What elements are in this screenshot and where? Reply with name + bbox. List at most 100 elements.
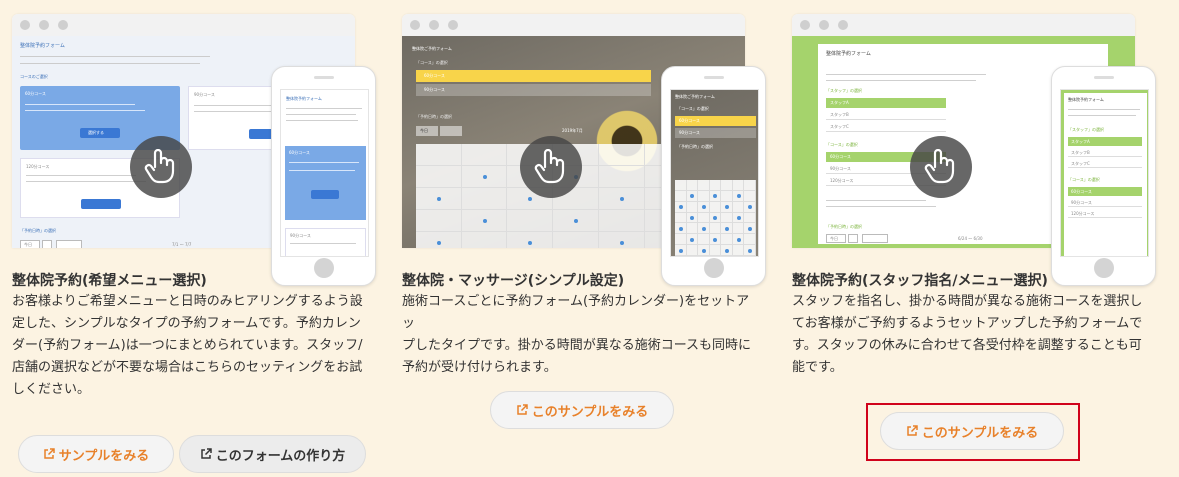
external-link-icon — [43, 448, 55, 459]
calendar-cell — [732, 223, 745, 235]
calendar-cell — [675, 190, 687, 202]
calendar-cell — [709, 223, 722, 235]
availability-dot — [690, 237, 695, 242]
calendar-cell — [416, 166, 462, 188]
calendar-cell — [461, 166, 508, 188]
availability-dot — [725, 226, 730, 231]
calendar-cell — [744, 201, 756, 213]
calendar-cell — [732, 190, 745, 202]
calendar-cell — [744, 180, 756, 191]
calendar-cell — [721, 190, 733, 202]
calendar-cell — [721, 245, 733, 256]
card-title: 整体院・マッサージ(シンプル設定) — [402, 273, 625, 289]
calendar-cell — [598, 210, 645, 232]
calendar-cell — [462, 232, 508, 248]
calendar-cell — [416, 188, 462, 210]
calendar-cell — [416, 232, 462, 248]
phone-mockup: 整体院ご予約フォーム 「コース」の選択 60分コース 90分コース 「予約日時」… — [661, 66, 766, 286]
calendar-cell — [721, 212, 733, 224]
availability-dot — [619, 197, 624, 201]
availability-dot — [528, 241, 533, 245]
phone-mockup: 整体院予約フォーム 60分コース 90分コース — [271, 66, 376, 286]
view-sample-button[interactable]: このサンプルをみる — [490, 391, 674, 429]
availability-dot — [713, 237, 718, 242]
availability-dot — [725, 248, 730, 253]
calendar-cell — [698, 234, 710, 246]
external-link-icon — [200, 448, 212, 459]
calendar-cell — [507, 210, 554, 232]
how-to-make-form-button[interactable]: このフォームの作り方 — [179, 435, 366, 473]
calendar-cell — [709, 245, 722, 256]
availability-dot — [725, 205, 730, 210]
availability-dot — [713, 194, 718, 199]
calendar-cell — [709, 190, 722, 202]
calendar-cell — [686, 212, 699, 224]
pointer-hand-icon — [910, 136, 972, 198]
availability-dot — [573, 219, 578, 223]
calendar-cell — [461, 144, 508, 166]
calendar-cell — [553, 232, 599, 248]
availability-dot — [619, 241, 624, 245]
phone-mockup: 整体院予約フォーム 「スタッフ」の選択 スタッフA スタッフB スタッフC 「コ… — [1051, 66, 1156, 286]
availability-dot — [736, 237, 741, 242]
calendar-cell — [709, 234, 722, 246]
calendar-cell — [686, 223, 699, 235]
availability-dot — [701, 205, 706, 210]
calendar-cell — [709, 212, 722, 224]
availability-dot — [736, 215, 741, 220]
calendar-cell — [721, 223, 733, 235]
calendar-cell — [598, 188, 645, 210]
availability-dot — [678, 205, 683, 210]
calendar-cell — [732, 245, 745, 256]
calendar-cell — [732, 201, 745, 213]
calendar-cell — [461, 210, 508, 232]
availability-dot — [736, 194, 741, 199]
card-description: お客様よりご希望メニューと日時のみヒアリングするよう設 定した、シンプルなタイプ… — [12, 294, 363, 397]
card-title: 整体院予約(希望メニュー選択) — [12, 273, 207, 289]
calendar-cell — [416, 144, 462, 166]
calendar-cell — [721, 180, 733, 191]
external-link-icon — [516, 404, 528, 415]
availability-dot — [482, 219, 487, 223]
availability-dot — [436, 197, 441, 201]
calendar-cell — [732, 180, 745, 191]
card-description: スタッフを指名し、掛かる時間が異なる施術コースを選択し てお客様がご予約するよう… — [792, 294, 1143, 375]
availability-dot — [701, 226, 706, 231]
calendar-cell — [416, 210, 462, 232]
availability-dot — [678, 248, 683, 253]
pointer-hand-icon — [130, 136, 192, 198]
calendar-cell — [675, 212, 687, 224]
calendar-cell — [732, 212, 745, 224]
pointer-hand-icon — [520, 136, 582, 198]
calendar-cell — [675, 245, 687, 256]
availability-dot — [436, 241, 441, 245]
calendar-cell — [686, 201, 699, 213]
calendar-cell — [675, 201, 687, 213]
calendar-cell — [721, 201, 733, 213]
view-sample-button[interactable]: このサンプルをみる — [880, 412, 1064, 450]
calendar-cell — [686, 190, 699, 202]
browser-chrome — [12, 14, 355, 36]
calendar-cell — [553, 210, 599, 232]
browser-chrome — [402, 14, 745, 36]
calendar-cell — [675, 180, 687, 191]
calendar-cell — [744, 234, 756, 246]
browser-chrome — [792, 14, 1135, 36]
calendar-cell — [698, 180, 710, 191]
calendar-cell — [507, 232, 554, 248]
card-description: 施術コースごとに予約フォーム(予約カレンダー)をセットアッ プしたタイプです。掛… — [402, 294, 752, 375]
external-link-icon — [906, 425, 918, 436]
availability-dot — [528, 197, 533, 201]
calendar-cell — [461, 188, 508, 210]
view-sample-button[interactable]: サンプルをみる — [18, 435, 174, 473]
calendar-cell — [721, 234, 733, 246]
calendar-cell — [675, 223, 687, 235]
availability-dot — [748, 226, 753, 231]
calendar-cell — [686, 234, 699, 246]
calendar-cell — [709, 180, 722, 191]
calendar-cell — [686, 180, 699, 191]
calendar-cell — [744, 223, 756, 235]
calendar-cell — [698, 190, 710, 202]
availability-dot — [482, 175, 487, 179]
calendar-cell — [598, 166, 645, 188]
